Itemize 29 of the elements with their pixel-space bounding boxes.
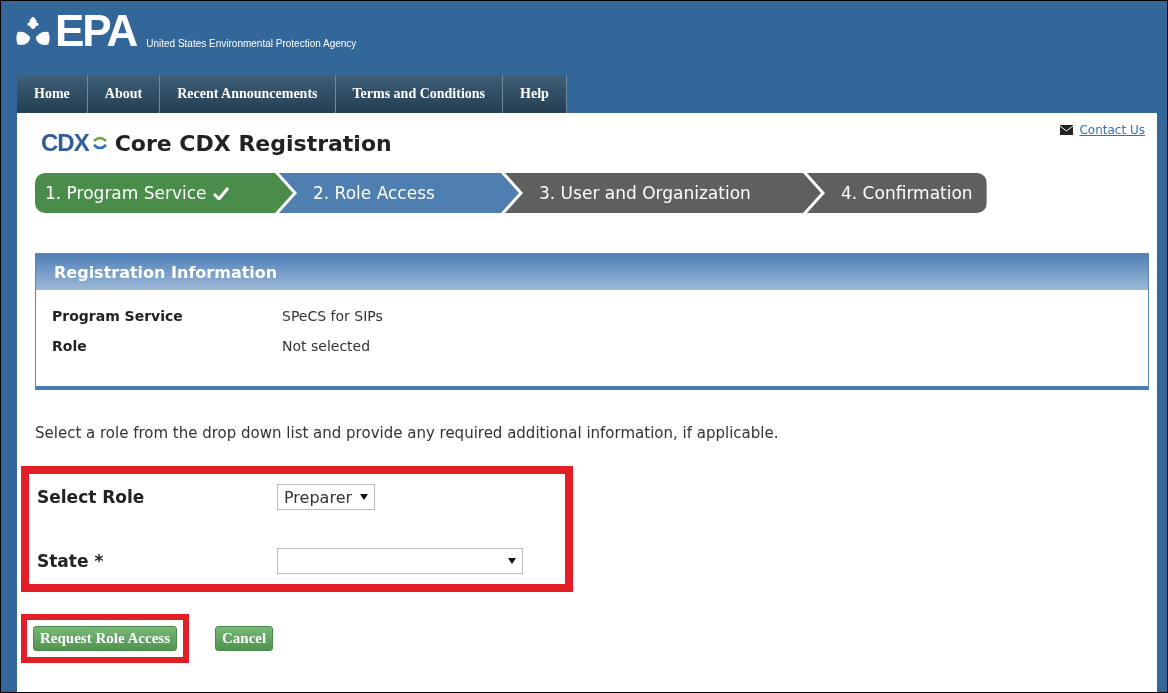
dropdown[interactable]: Preparer xyxy=(277,484,376,510)
field-label: Program Service xyxy=(52,308,184,324)
field-value: Not selected xyxy=(282,338,371,354)
check-icon xyxy=(212,186,229,200)
caret-icon xyxy=(508,558,516,564)
field-label: Select Role xyxy=(37,487,146,507)
field-label: State * xyxy=(37,551,105,571)
caret-icon xyxy=(360,494,369,500)
field-label: Role xyxy=(52,338,88,354)
nav-tab[interactable]: About xyxy=(87,75,161,113)
instructions-text: Select a role from the drop down list and provide any required additional information, if applicable. xyxy=(35,424,780,442)
progress-step: 3. User and Organization xyxy=(505,173,821,213)
progress-step: 4. Confirmation xyxy=(807,173,987,213)
progress-step: 1. Program Service xyxy=(35,173,293,213)
nav-tab[interactable]: Terms and Conditions xyxy=(335,75,504,113)
envelope-icon xyxy=(1060,125,1074,135)
nav-tab[interactable]: Home xyxy=(17,75,88,113)
cdx-logo: CDX xyxy=(41,129,89,157)
panel-title: Registration Information xyxy=(54,262,278,282)
field-value: SPeCS for SIPs xyxy=(282,308,383,324)
nav-tab[interactable]: Help xyxy=(503,75,567,113)
dropdown[interactable] xyxy=(277,548,523,574)
contact-link[interactable]: Contact Us xyxy=(1079,123,1145,137)
nav-tab[interactable]: Recent Announcements xyxy=(160,75,336,113)
agency-name: United States Environmental Protection Agency xyxy=(146,37,357,49)
arrows-icon xyxy=(92,135,107,151)
site-logo[interactable]: EPA xyxy=(55,6,137,56)
page-title: Core CDX Registration xyxy=(114,130,392,156)
progress-step: 2. Role Access xyxy=(279,173,519,213)
